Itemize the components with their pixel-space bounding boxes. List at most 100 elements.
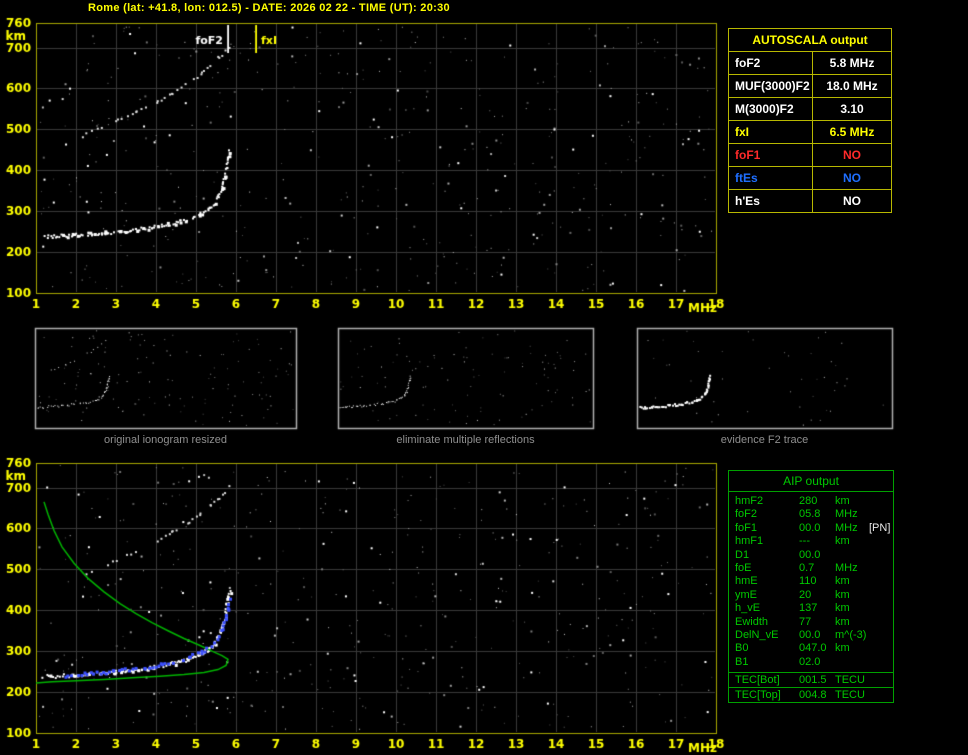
aip-param-note (869, 549, 893, 562)
aip-param-note (869, 642, 893, 655)
aip-row: Ewidth 77 km (729, 616, 893, 629)
aip-param-value: 00.0 (799, 521, 821, 534)
param-value-foF1: NO (843, 148, 861, 162)
table-row: h'Es NO (729, 190, 891, 212)
aip-table-title: AIP output (729, 471, 893, 492)
aip-param-name: foF2 (735, 508, 758, 521)
table-row: M(3000)F2 3.10 (729, 98, 891, 121)
aip-param-note (869, 575, 893, 588)
aip-param-value: 280 (799, 495, 818, 507)
aip-param-unit: km (835, 495, 850, 507)
table-row: foF2 5.8 MHz (729, 52, 891, 75)
aip-param-value: 0.7 (799, 561, 815, 574)
aip-param-name: hmE (735, 575, 758, 588)
param-value-ftEs: NO (843, 171, 861, 185)
aip-row: hmF1 --- km (729, 535, 893, 548)
thumbnail-caption-multiples: eliminate multiple reflections (396, 434, 535, 446)
autoscala-table-title: AUTOSCALA output (729, 29, 891, 52)
aip-param-name: foE (735, 561, 752, 574)
aip-param-unit: TECU (835, 674, 865, 687)
aip-row: B0 047.0 km (729, 642, 893, 655)
aip-row: hmF2 280 km (729, 495, 893, 508)
aip-row: ymE 20 km (729, 589, 893, 602)
aip-param-name: D1 (735, 548, 750, 561)
table-row: foF1 NO (729, 144, 891, 167)
param-value-fxI: 6.5 MHz (829, 125, 875, 139)
aip-param-name: hmF1 (735, 535, 764, 548)
aip-param-unit: km (835, 602, 850, 615)
aip-row-tec-bottom: TEC[Bot] 001.5 TECU (729, 672, 893, 687)
aip-table-body: hmF2 280 km foF2 05.8 MHz foF1 00.0 MHz … (729, 492, 893, 672)
aip-row: foF2 05.8 MHz (729, 508, 893, 521)
aip-row: hmE 110 km (729, 575, 893, 588)
param-label-foF1: foF1 (729, 144, 813, 166)
aip-param-note (869, 656, 893, 669)
aip-output-table: AIP output hmF2 280 km foF2 05.8 MHz foF… (728, 470, 894, 704)
aip-param-value: 20 (799, 588, 812, 601)
aip-param-name: B0 (735, 642, 749, 655)
aip-param-note (869, 562, 893, 575)
aip-param-unit: MHz (835, 561, 858, 574)
param-value-muf3000: 18.0 MHz (826, 79, 878, 93)
aip-param-note (869, 535, 893, 548)
aip-param-unit: MHz (835, 508, 858, 521)
aip-param-value: 05.8 (799, 508, 821, 521)
aip-param-unit: km (835, 575, 850, 588)
thumbnail-caption-original: original ionogram resized (104, 434, 227, 446)
aip-param-name: B1 (735, 655, 749, 668)
aip-param-unit: km (835, 642, 850, 655)
aip-row: foF1 00.0 MHz [PN] (729, 522, 893, 535)
param-value-foF2: 5.8 MHz (829, 56, 875, 70)
aip-param-note (869, 508, 893, 521)
aip-param-note (869, 629, 893, 642)
aip-param-name: TEC[Bot] (735, 674, 780, 687)
table-row: fxI 6.5 MHz (729, 121, 891, 144)
autoscala-window: Rome (lat: +41.8, lon: 012.5) - DATE: 20… (0, 0, 968, 755)
param-label-hEs: h'Es (729, 190, 813, 212)
aip-param-name: hmF2 (735, 495, 764, 507)
aip-param-value: 047.0 (799, 642, 827, 655)
aip-param-note (869, 589, 893, 602)
aip-param-name: ymE (735, 588, 757, 601)
aip-param-name: h_vE (735, 602, 761, 615)
aip-param-note (869, 495, 893, 508)
param-value-m3000: 3.10 (840, 102, 864, 116)
aip-row: B1 02.0 (729, 656, 893, 669)
table-row: MUF(3000)F2 18.0 MHz (729, 75, 891, 98)
aip-param-unit (835, 549, 869, 562)
thumbnail-caption-f2trace: evidence F2 trace (720, 434, 809, 446)
aip-param-note: [PN] (869, 521, 891, 534)
aip-row-tec-top: TEC[Top] 004.8 TECU (729, 687, 893, 702)
param-label-foF2: foF2 (729, 52, 813, 74)
param-value-hEs: NO (843, 194, 861, 208)
aip-param-note (869, 602, 893, 615)
aip-param-unit: km (835, 615, 850, 628)
aip-param-value: 137 (799, 602, 818, 615)
table-row: ftEs NO (729, 167, 891, 190)
aip-param-value: 02.0 (799, 655, 821, 668)
param-label-fxI: fxI (729, 121, 813, 143)
aip-param-unit: MHz (835, 521, 858, 534)
autoscala-output-table: AUTOSCALA output foF2 5.8 MHz MUF(3000)F… (728, 28, 892, 213)
aip-param-note (869, 616, 893, 629)
aip-param-name: Ewidth (735, 615, 769, 628)
aip-param-value: 77 (799, 615, 812, 628)
aip-row: D1 00.0 (729, 549, 893, 562)
param-label-muf3000: MUF(3000)F2 (729, 75, 813, 97)
aip-param-unit: km (835, 535, 850, 548)
aip-param-value: 00.0 (799, 628, 821, 641)
aip-row: foE 0.7 MHz (729, 562, 893, 575)
param-label-m3000: M(3000)F2 (729, 98, 813, 120)
aip-param-unit: m^(-3) (835, 628, 867, 641)
aip-param-unit: TECU (835, 689, 865, 702)
aip-param-value: 001.5 (799, 674, 827, 687)
aip-param-unit: km (835, 588, 850, 601)
aip-param-name: foF1 (735, 521, 758, 534)
aip-param-value: --- (799, 535, 810, 548)
aip-param-name: TEC[Top] (735, 689, 781, 702)
aip-param-value: 110 (799, 575, 817, 588)
aip-row: h_vE 137 km (729, 602, 893, 615)
aip-param-value: 00.0 (799, 548, 821, 561)
aip-param-unit (835, 656, 869, 669)
param-label-ftEs: ftEs (729, 167, 813, 189)
